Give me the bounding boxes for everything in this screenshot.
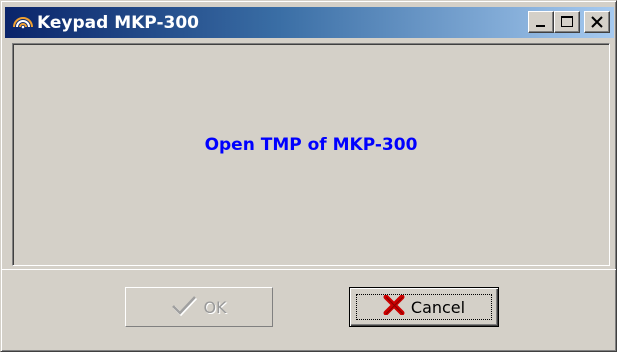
close-icon [591, 16, 603, 28]
ok-button[interactable]: OK [125, 287, 273, 327]
message-panel: Open TMP of MKP-300 [12, 43, 610, 266]
window-title: Keypad MKP-300 [37, 12, 200, 33]
signal-waves-icon [11, 13, 35, 33]
title-bar[interactable]: Keypad MKP-300 [5, 7, 614, 38]
red-x-icon [383, 294, 405, 319]
close-button[interactable] [584, 11, 610, 33]
minimize-icon [536, 25, 545, 27]
checkmark-icon [171, 294, 198, 320]
message-text: Open TMP of MKP-300 [204, 135, 418, 155]
button-bar: OK Cancel [1, 269, 616, 352]
cancel-button-label: Cancel [410, 297, 466, 317]
maximize-button[interactable] [554, 11, 580, 33]
minimize-button[interactable] [528, 11, 554, 33]
title-buttons [528, 11, 610, 33]
dialog-window: Keypad MKP-300 Open TMP of MKP-300 OK Ca… [0, 0, 617, 352]
maximize-icon [561, 16, 573, 27]
cancel-button[interactable]: Cancel [349, 287, 499, 327]
ok-button-label: OK [203, 297, 227, 317]
